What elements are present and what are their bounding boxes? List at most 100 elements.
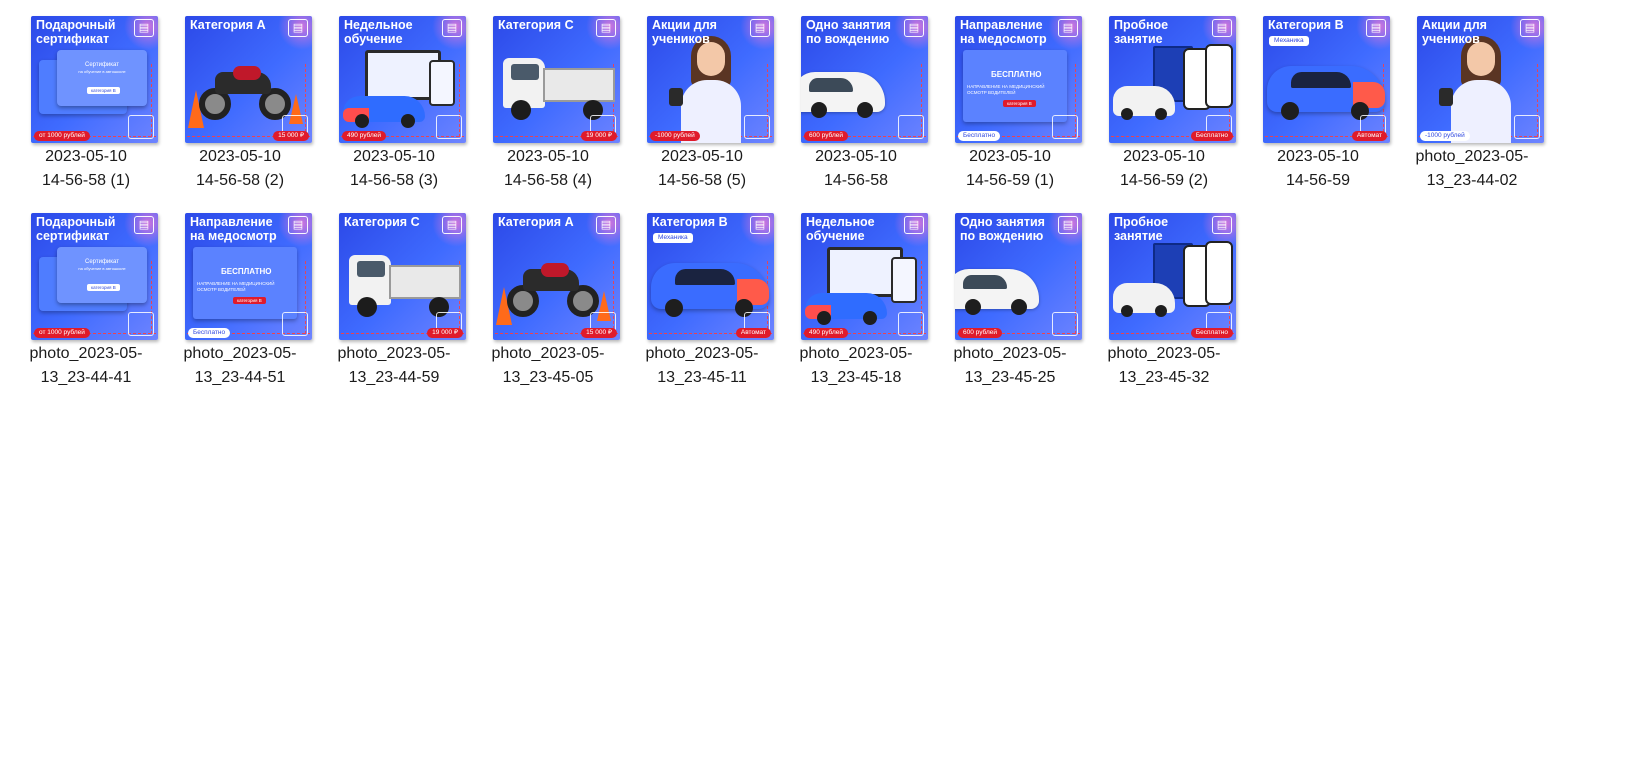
referral-chip: категория В — [233, 297, 266, 304]
thumbnail-corner-icon: ▤ — [596, 19, 616, 37]
phone — [429, 60, 455, 106]
file-name[interactable]: photo_2023-05- 13_23-44-02 — [1395, 145, 1549, 193]
file-item[interactable]: Категория С ▤ 19 000 ₽ photo_2023-05- 13… — [317, 197, 471, 387]
file-name[interactable]: 2023-05-10 14-56-58 — [779, 145, 933, 193]
file-name-line-1: photo_2023-05- — [645, 345, 759, 362]
file-item[interactable]: Категория С ▤ 19 000 ₽ 2023-05-10 14-56-… — [471, 0, 625, 190]
file-item[interactable]: Пробное занятие ▤ Бесплатно photo_2023-0… — [1087, 197, 1241, 387]
file-name[interactable]: photo_2023-05- 13_23-45-11 — [625, 342, 779, 390]
file-name[interactable]: 2023-05-10 14-56-58 (3) — [317, 145, 471, 193]
referral-free-text: БЕСПЛАТНО — [991, 70, 1042, 79]
file-name[interactable]: photo_2023-05- 13_23-44-59 — [317, 342, 471, 390]
car-window — [809, 78, 853, 92]
car-window — [963, 275, 1007, 289]
file-name[interactable]: photo_2023-05- 13_23-45-05 — [471, 342, 625, 390]
file-item[interactable]: Недельное обучение ▤ 490 рублей photo_20… — [779, 197, 933, 387]
file-item[interactable]: Подарочный сертификат ▤ Сертификат на об… — [9, 0, 163, 190]
truck-windshield — [511, 64, 539, 80]
file-name-line-1: 2023-05-10 — [661, 148, 743, 165]
thumbnail-corner-icon: ▤ — [134, 19, 154, 37]
file-name-line-2: 13_23-44-41 — [40, 369, 132, 386]
file-name[interactable]: 2023-05-10 14-56-58 (1) — [9, 145, 163, 193]
file-name-line-1: 2023-05-10 — [45, 148, 127, 165]
file-item[interactable]: Акции для учеников ▤ -1000 рублей 2023-0… — [625, 0, 779, 190]
file-name-line-1: photo_2023-05- — [953, 345, 1067, 362]
image-thumbnail[interactable]: Акции для учеников ▤ -1000 рублей — [1417, 16, 1544, 143]
file-name[interactable]: 2023-05-10 14-56-58 (2) — [163, 145, 317, 193]
thumbnail-price-badge: 490 рублей — [804, 328, 848, 338]
thumbnail-title: Акции для учеников — [652, 18, 717, 46]
file-item[interactable]: Акции для учеников ▤ -1000 рублей photo_… — [1395, 0, 1549, 190]
thumbnail-price-badge: 600 рублей — [958, 328, 1002, 338]
file-item[interactable]: Категория А ▤ 15 000 ₽ 2023-05-10 14-56-… — [163, 0, 317, 190]
image-thumbnail[interactable]: Акции для учеников ▤ -1000 рублей — [647, 16, 774, 143]
file-item[interactable]: Направление на медосмотр ▤ БЕСПЛАТНО НАП… — [163, 197, 317, 387]
file-item[interactable]: Недельное обучение ▤ 490 рублей 2023-05-… — [317, 0, 471, 190]
certificate-card-title: Сертификат — [85, 259, 119, 265]
thumbnail-line-icon — [898, 115, 924, 139]
image-thumbnail[interactable]: Недельное обучение ▤ 490 рублей — [339, 16, 466, 143]
file-name-line-1: photo_2023-05- — [1415, 148, 1529, 165]
thumbnail-corner-icon: ▤ — [1366, 19, 1386, 37]
file-item[interactable]: Категория В ▤ Механика Автомат photo_202… — [625, 197, 779, 387]
file-name[interactable]: 2023-05-10 14-56-58 (5) — [625, 145, 779, 193]
thumbnail-title: Недельное обучение — [344, 18, 413, 46]
file-item[interactable]: Категория В ▤ Механика Автомат 2023-05-1… — [1241, 0, 1395, 190]
thumbnail-line-icon — [898, 312, 924, 336]
image-thumbnail[interactable]: Одно занятия по вождению ▤ 600 рублей — [955, 213, 1082, 340]
thumbnail-price-badge: Бесплатно — [1190, 328, 1233, 338]
thumbnail-price-badge: 15 000 ₽ — [581, 328, 617, 338]
referral-free-text: БЕСПЛАТНО — [221, 267, 272, 276]
image-thumbnail[interactable]: Направление на медосмотр ▤ БЕСПЛАТНО НАП… — [955, 16, 1082, 143]
image-thumbnail[interactable]: Одно занятия по вождению ▤ 600 рублей — [801, 16, 928, 143]
image-thumbnail[interactable]: Категория А ▤ 15 000 ₽ — [493, 213, 620, 340]
file-name-line-1: 2023-05-10 — [1123, 148, 1205, 165]
image-thumbnail[interactable]: Подарочный сертификат ▤ Сертификат на об… — [31, 213, 158, 340]
file-name-line-2: 13_23-44-51 — [194, 369, 286, 386]
file-name[interactable]: photo_2023-05- 13_23-45-25 — [933, 342, 1087, 390]
image-thumbnail[interactable]: Категория А ▤ 15 000 ₽ — [185, 16, 312, 143]
file-name-line-2: 14-56-59 — [1285, 172, 1351, 189]
file-name[interactable]: photo_2023-05- 13_23-44-41 — [9, 342, 163, 390]
file-name[interactable]: 2023-05-10 14-56-58 (4) — [471, 145, 625, 193]
image-thumbnail[interactable]: Пробное занятие ▤ Бесплатно — [1109, 213, 1236, 340]
file-name[interactable]: 2023-05-10 14-56-59 (1) — [933, 145, 1087, 193]
image-thumbnail[interactable]: Недельное обучение ▤ 490 рублей — [801, 213, 928, 340]
thumbnail-line-icon — [1514, 115, 1540, 139]
image-thumbnail[interactable]: Пробное занятие ▤ Бесплатно — [1109, 16, 1236, 143]
thumbnail-price-badge: от 1000 рублей — [34, 328, 90, 338]
file-name[interactable]: 2023-05-10 14-56-59 (2) — [1087, 145, 1241, 193]
phone — [891, 257, 917, 303]
file-item[interactable]: Одно занятия по вождению ▤ 600 рублей ph… — [933, 197, 1087, 387]
truck-wheel — [357, 297, 377, 317]
file-item[interactable]: Одно занятия по вождению ▤ 600 рублей 20… — [779, 0, 933, 190]
image-thumbnail[interactable]: Категория С ▤ 19 000 ₽ — [339, 213, 466, 340]
thumbnail-corner-icon: ▤ — [904, 19, 924, 37]
referral-chip: категория В — [1003, 100, 1036, 107]
file-item[interactable]: Направление на медосмотр ▤ БЕСПЛАТНО НАП… — [933, 0, 1087, 190]
file-name-line-2: 13_23-45-11 — [657, 369, 747, 386]
file-item[interactable]: Подарочный сертификат ▤ Сертификат на об… — [9, 197, 163, 387]
file-name[interactable]: 2023-05-10 14-56-59 — [1241, 145, 1395, 193]
car-wheel — [1281, 102, 1299, 120]
certificate-card: Сертификат на обучение в автошколе катег… — [57, 50, 147, 106]
car-wheel — [817, 311, 831, 325]
image-thumbnail[interactable]: Категория С ▤ 19 000 ₽ — [493, 16, 620, 143]
file-name[interactable]: photo_2023-05- 13_23-45-32 — [1087, 342, 1241, 390]
image-thumbnail[interactable]: Категория В ▤ Механика Автомат — [647, 213, 774, 340]
person-face — [697, 42, 725, 76]
thumbnail-line-icon — [1052, 312, 1078, 336]
file-name-line-2: 14-56-59 (1) — [965, 172, 1055, 189]
car-keys — [669, 88, 683, 106]
image-thumbnail[interactable]: Подарочный сертификат ▤ Сертификат на об… — [31, 16, 158, 143]
file-item[interactable]: Категория А ▤ 15 000 ₽ photo_2023-05- 13… — [471, 197, 625, 387]
image-thumbnail[interactable]: Направление на медосмотр ▤ БЕСПЛАТНО НАП… — [185, 213, 312, 340]
truck-bed — [543, 68, 615, 102]
file-name-line-2: 13_23-45-25 — [964, 369, 1056, 386]
file-name[interactable]: photo_2023-05- 13_23-45-18 — [779, 342, 933, 390]
file-item[interactable]: Пробное занятие ▤ Бесплатно 2023-05-10 1… — [1087, 0, 1241, 190]
thumbnail-price-badge: Бесплатно — [1190, 131, 1233, 141]
file-name[interactable]: photo_2023-05- 13_23-44-51 — [163, 342, 317, 390]
image-thumbnail[interactable]: Категория В ▤ Механика Автомат — [1263, 16, 1390, 143]
certificate-card-chip: категория В — [87, 284, 120, 291]
